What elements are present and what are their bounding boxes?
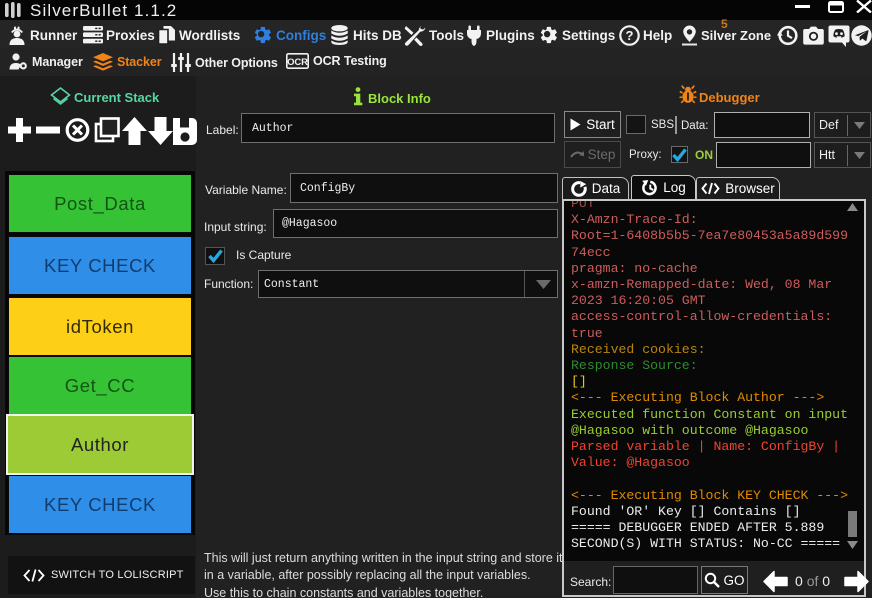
svg-text:?: ? bbox=[626, 28, 634, 43]
svg-text:OCR: OCR bbox=[287, 57, 308, 68]
